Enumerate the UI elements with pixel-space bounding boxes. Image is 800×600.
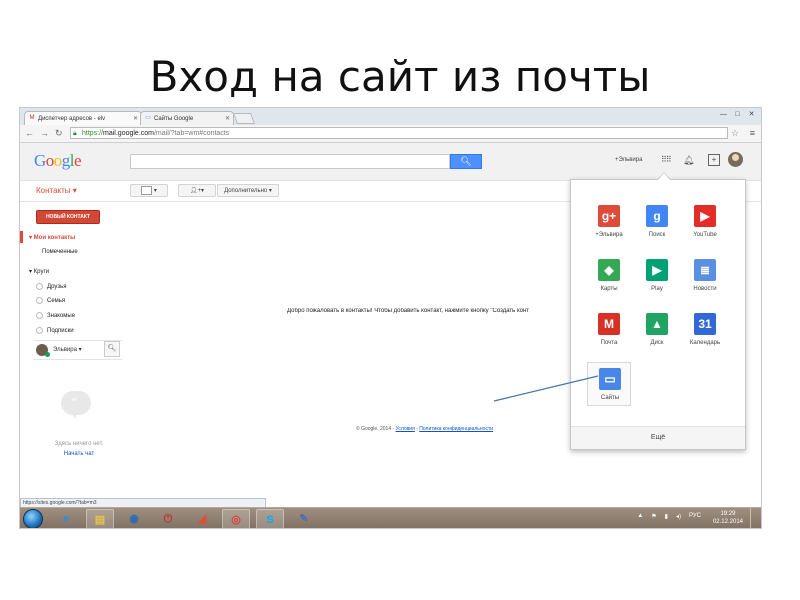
show-desktop-button[interactable] xyxy=(750,508,761,528)
file-explorer-icon[interactable]: ▤ xyxy=(86,509,114,528)
volume-icon[interactable]: ◂) xyxy=(676,513,681,520)
chrome-icon[interactable]: ◎ xyxy=(222,509,250,528)
notes-app-icon[interactable]: ✎ xyxy=(290,509,318,528)
internet-explorer-icon[interactable]: e xyxy=(52,509,80,528)
clock-date: 02.12.2014 xyxy=(712,519,743,525)
slide-title: Вход на сайт из почты xyxy=(149,52,651,101)
yandex-browser-icon[interactable]: ◢ xyxy=(188,509,216,528)
windows-taskbar: e ▤ ◉ ⏻ ◢ ◎ S ✎ ▲ ⚑ ▮ ◂) РУС 19:29 02.12.2014 xyxy=(20,507,761,528)
annotation-arrow xyxy=(493,375,599,402)
language-indicator[interactable]: РУС xyxy=(689,513,701,520)
media-player-icon[interactable]: ◉ xyxy=(120,509,148,528)
clock[interactable]: 19:29 02.12.2014 xyxy=(713,510,743,526)
skype-icon[interactable]: S xyxy=(256,509,284,528)
arrow-up-icon[interactable]: ▲ xyxy=(637,513,643,520)
flag-icon[interactable]: ⚑ xyxy=(651,513,656,520)
network-icon[interactable]: ▮ xyxy=(665,513,668,520)
power-app-icon[interactable]: ⏻ xyxy=(154,509,182,528)
browser-screenshot: M Диспетчер адресов - elv ✕ ▭ Сайты Goog… xyxy=(19,107,762,529)
start-button[interactable] xyxy=(23,509,43,528)
clock-time: 19:29 xyxy=(720,511,736,517)
